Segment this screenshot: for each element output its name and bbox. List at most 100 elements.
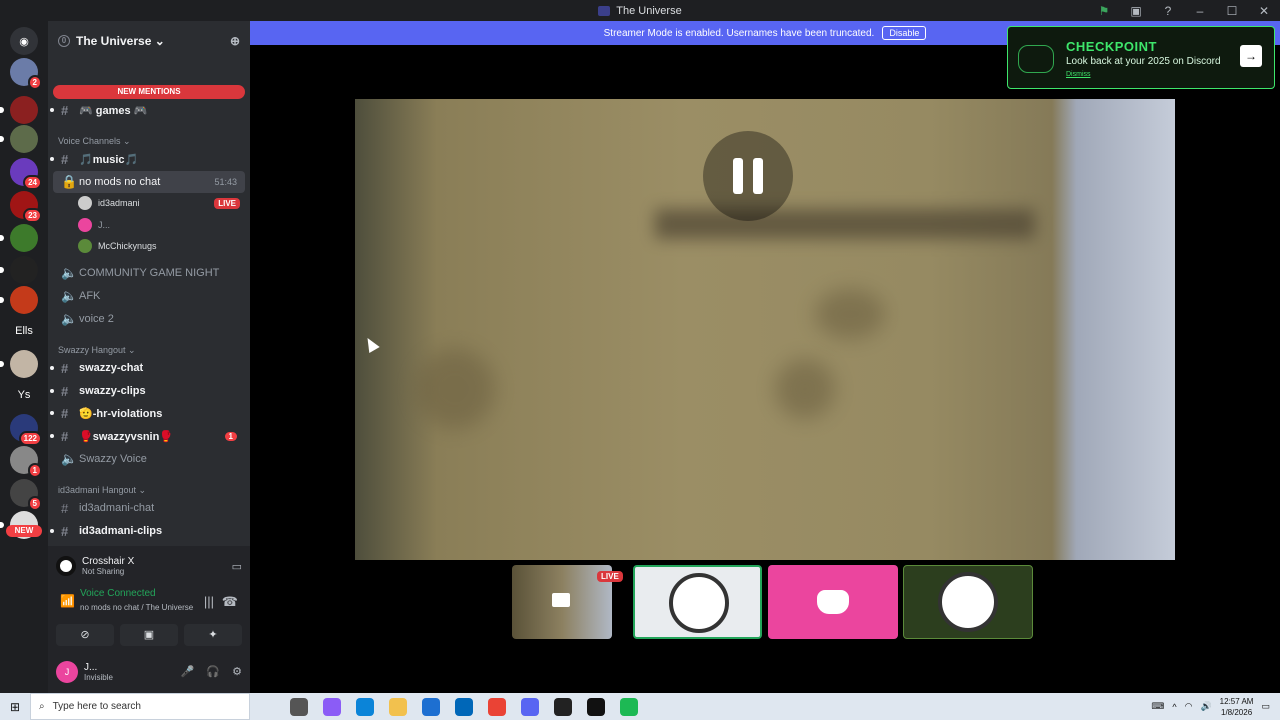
store-icon[interactable] xyxy=(455,697,473,716)
server-icon[interactable]: 1 xyxy=(10,446,42,478)
channel-games[interactable]: # 🎮 games 🎮 xyxy=(50,99,245,121)
server-icon[interactable] xyxy=(0,286,38,314)
game-activity[interactable]: Crosshair X Not Sharing ▭ xyxy=(56,550,242,582)
file-explorer-icon[interactable] xyxy=(389,697,407,716)
controller-icon xyxy=(1018,45,1054,73)
spotify-icon[interactable] xyxy=(620,697,638,716)
speaker-icon: 🔈 xyxy=(61,265,78,280)
volume-icon[interactable]: 🔊 xyxy=(1200,701,1211,712)
activities-button[interactable]: ✦ xyxy=(184,624,242,646)
disconnect-icon[interactable]: ☎ xyxy=(222,594,238,610)
new-badge[interactable]: NEW xyxy=(6,525,42,537)
voice-user[interactable]: McChickynugs xyxy=(78,236,240,256)
microphone-icon[interactable]: 🎤 xyxy=(181,665,195,678)
settings-gear-icon[interactable]: ⚙ xyxy=(232,665,242,678)
voice-channel-no-mods[interactable]: 🔒 no mods no chat 51:43 xyxy=(53,171,245,193)
channel-label: voice 2 xyxy=(79,313,114,325)
server-icon[interactable] xyxy=(0,224,38,252)
help-icon[interactable]: ? xyxy=(1152,4,1184,18)
guild-header[interactable]: 0 The Universe ⌄ ⊕ xyxy=(48,21,250,61)
stream-video[interactable] xyxy=(355,99,1175,560)
discord-taskbar-icon[interactable] xyxy=(521,697,539,716)
headphones-icon[interactable]: 🎧 xyxy=(206,665,220,678)
avatar[interactable]: J xyxy=(56,660,78,683)
voice-channel-community[interactable]: 🔈 COMMUNITY GAME NIGHT xyxy=(53,262,245,284)
chrome-icon[interactable] xyxy=(488,697,506,716)
voice-channel-afk[interactable]: 🔈 AFK xyxy=(53,285,245,307)
participant-tile[interactable] xyxy=(633,565,762,639)
windows-start-icon[interactable]: ⊞ xyxy=(0,700,30,714)
category-id3admani[interactable]: id3admani Hangout ⌄ xyxy=(58,485,146,496)
channel-swazzy-chat[interactable]: # swazzy-chat xyxy=(50,357,245,379)
voice-user[interactable]: id3admani LIVE xyxy=(78,193,240,213)
server-icon[interactable] xyxy=(0,256,38,284)
category-voice-channels[interactable]: Voice Channels ⌄ xyxy=(58,136,131,147)
voice-channel-swazzy[interactable]: 🔈 Swazzy Voice xyxy=(53,448,245,470)
server-icon[interactable] xyxy=(0,125,38,153)
voice-status[interactable]: Voice Connected xyxy=(80,588,156,599)
edge-icon[interactable] xyxy=(356,697,374,716)
category-swazzy[interactable]: Swazzy Hangout ⌄ xyxy=(58,345,136,356)
channel-swazzy-clips[interactable]: # swazzy-clips xyxy=(50,380,245,402)
arrow-right-icon[interactable]: → xyxy=(1240,45,1262,67)
server-icon[interactable]: 122 xyxy=(10,414,42,446)
keyboard-icon[interactable]: ⌨ xyxy=(1151,701,1164,712)
channel-id3admani-clips[interactable]: # id3admani-clips xyxy=(50,520,245,542)
user-panel: Crosshair X Not Sharing ▭ 📶 Voice Connect… xyxy=(48,546,250,693)
avatar xyxy=(669,573,729,633)
checkpoint-promo[interactable]: CHECKPOINT Look back at your 2025 on Dis… xyxy=(1007,26,1275,89)
tray-chevron-icon[interactable]: ^ xyxy=(1172,702,1176,712)
server-icon[interactable]: 24 xyxy=(10,158,42,190)
camera-off-button[interactable]: ⊘ xyxy=(56,624,114,646)
voice-channel-voice2[interactable]: 🔈 voice 2 xyxy=(53,308,245,330)
user-name[interactable]: J... xyxy=(84,662,113,673)
notification-icon[interactable]: ▭ xyxy=(1261,701,1270,712)
server-badge: 1 xyxy=(27,463,42,478)
screen-share-icon xyxy=(552,593,570,607)
server-icon[interactable]: Ells xyxy=(10,317,38,345)
channel-music[interactable]: # 🎵music🎵 xyxy=(50,148,245,170)
signal-icon[interactable]: 📶 xyxy=(60,594,75,608)
crosshair-taskbar-icon[interactable] xyxy=(587,697,605,716)
close-button[interactable]: ✕ xyxy=(1248,4,1280,18)
share-screen-icon[interactable]: ▭ xyxy=(232,560,242,573)
inbox-icon[interactable]: ▣ xyxy=(1120,4,1152,18)
participant-tile[interactable] xyxy=(768,565,898,639)
app-icon xyxy=(598,5,611,16)
live-badge: LIVE xyxy=(597,571,623,582)
disable-streamer-mode-button[interactable]: Disable xyxy=(882,26,927,40)
voice-location[interactable]: no mods no chat / The Universe xyxy=(80,603,193,612)
maximize-button[interactable]: ☐ xyxy=(1216,4,1248,18)
streamer-mode-text: Streamer Mode is enabled. Usernames have… xyxy=(603,27,875,39)
outlook-icon[interactable] xyxy=(422,697,440,716)
participant-tile[interactable] xyxy=(903,565,1033,639)
server-icon[interactable] xyxy=(0,96,38,124)
pause-icon[interactable] xyxy=(703,131,793,221)
new-mentions-pill[interactable]: NEW MENTIONS xyxy=(53,85,245,99)
hash-icon: # xyxy=(61,523,69,539)
voice-user[interactable]: J... xyxy=(78,215,240,235)
discord-home-icon[interactable]: ◉ xyxy=(10,27,38,55)
minimize-button[interactable]: – xyxy=(1184,4,1216,18)
server-icon[interactable]: Ys xyxy=(10,381,38,409)
channel-hr-violations[interactable]: # 🫡-hr-violations xyxy=(50,402,245,424)
channel-sidebar: 0 The Universe ⌄ ⊕ NEW MENTIONS # 🎮 games… xyxy=(48,21,250,693)
dismiss-link[interactable]: Dismiss xyxy=(1066,71,1091,78)
flag-icon[interactable]: ⚑ xyxy=(1088,4,1120,18)
obs-icon[interactable] xyxy=(554,697,572,716)
wifi-icon[interactable]: ◠ xyxy=(1185,701,1193,712)
task-view-icon[interactable] xyxy=(290,697,308,716)
clock[interactable]: 12:57 AM 1/8/2026 xyxy=(1220,696,1254,718)
share-screen-button[interactable]: ▣ xyxy=(120,624,178,646)
server-icon[interactable] xyxy=(0,350,38,378)
add-member-icon[interactable]: ⊕ xyxy=(230,34,240,48)
server-icon[interactable]: 2 xyxy=(10,58,42,90)
noise-suppression-icon[interactable]: ||| xyxy=(204,594,214,609)
copilot-icon[interactable] xyxy=(323,697,341,716)
promo-subtitle: Look back at your 2025 on Discord xyxy=(1066,56,1221,67)
server-icon[interactable]: 23 xyxy=(10,191,42,223)
channel-swazzyvsnin[interactable]: # 🥊swazzyvsnin🥊 1 xyxy=(50,425,245,447)
taskbar-search[interactable]: ⌕ Type here to search xyxy=(30,693,250,720)
channel-id3admani-chat[interactable]: # id3admani-chat xyxy=(53,497,245,519)
server-icon[interactable]: 5 xyxy=(10,479,42,511)
